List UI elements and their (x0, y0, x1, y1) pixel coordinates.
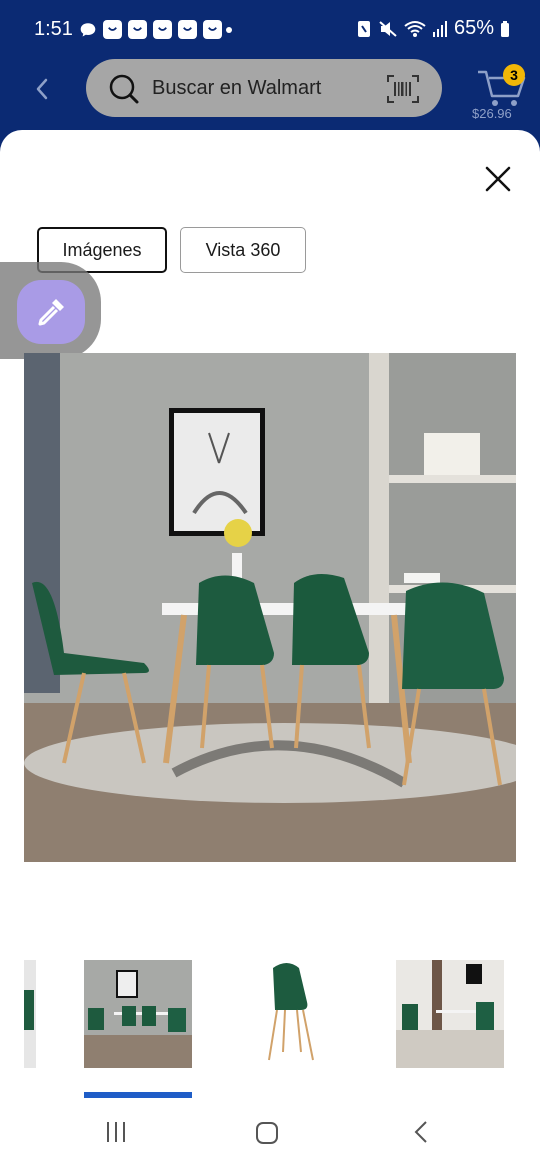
app-icon (128, 20, 147, 39)
thumbnail-3[interactable] (396, 960, 504, 1068)
home-icon[interactable] (255, 1121, 279, 1145)
nav-back-icon[interactable] (410, 1120, 434, 1144)
main-product-image[interactable] (24, 353, 516, 862)
wifi-icon (404, 20, 426, 37)
search-icon (109, 74, 139, 104)
thumbnail-2[interactable] (263, 960, 335, 1068)
cart-count-badge: 3 (503, 64, 525, 86)
more-notifications-dot (226, 27, 232, 33)
battery-level: 65% (453, 17, 494, 39)
app-icon (203, 20, 222, 39)
thumbnail-0[interactable] (24, 960, 36, 1068)
close-icon[interactable] (484, 165, 512, 193)
mute-icon (379, 20, 397, 37)
selected-thumbnail-indicator (84, 1092, 192, 1098)
app-icon (103, 20, 122, 39)
thumbnail-image (84, 960, 192, 1068)
barcode-scan-icon[interactable] (386, 74, 420, 104)
thumbnail-1[interactable] (84, 960, 192, 1068)
app-icon (178, 20, 197, 39)
thumbnail-image (396, 960, 504, 1068)
nfc-icon (357, 20, 370, 37)
system-icons: 65% (356, 17, 510, 40)
status-bar: 1:51 65% (0, 0, 540, 60)
notification-icons (78, 20, 222, 39)
app-icon (153, 20, 172, 39)
signal-icon (432, 20, 447, 37)
eyedropper-icon (38, 299, 64, 326)
battery-icon (501, 20, 509, 37)
status-time: 1:51 (34, 18, 73, 40)
dining-set-photo (24, 353, 516, 862)
thumbnail-image (24, 960, 36, 1068)
tab-360-view[interactable]: Vista 360 (180, 227, 306, 273)
back-chevron-icon[interactable] (30, 74, 56, 104)
search-input[interactable]: Buscar en Walmart (152, 77, 321, 100)
cart-total: $26.96 (472, 106, 512, 121)
recent-apps-icon[interactable] (104, 1120, 128, 1144)
thumbnail-image (263, 960, 335, 1068)
chat-icon (78, 20, 97, 39)
eyedropper-button[interactable] (17, 280, 85, 344)
search-bar[interactable]: Buscar en Walmart (86, 59, 442, 117)
